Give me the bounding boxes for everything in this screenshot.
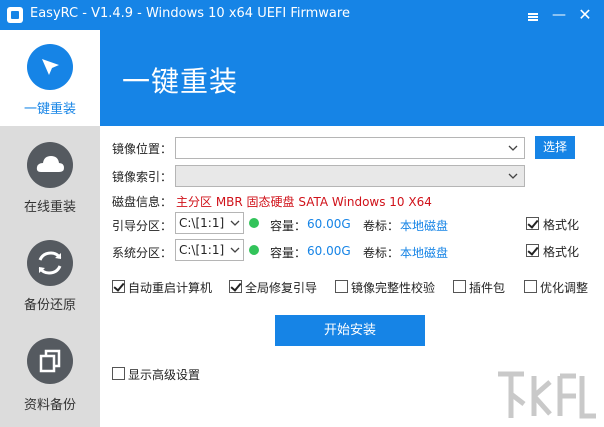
system-partition-value: C:\[1:1] (179, 243, 225, 257)
close-icon[interactable]: ✕ (572, 0, 598, 30)
sidebar-item-one-click-reinstall[interactable]: 一键重装 (0, 30, 100, 126)
banner: 一键重装 (100, 30, 604, 126)
sidebar-item-label: 在线重装 (23, 200, 76, 215)
boot-partition-value: C:\[1:1] (179, 216, 225, 230)
boot-capacity-value: 60.00G (307, 217, 351, 231)
plugin-pack-label: 插件包 (469, 281, 506, 295)
chevron-down-icon (508, 145, 518, 151)
system-volume-value: 本地磁盘 (400, 246, 449, 260)
boot-volume-value: 本地磁盘 (400, 219, 449, 233)
watermark-logo (498, 371, 596, 419)
start-install-button[interactable]: 开始安装 (275, 315, 425, 346)
image-index-label: 镜像索引： (112, 170, 173, 184)
sidebar-item-label: 一键重装 (23, 102, 76, 117)
image-integrity-checkbox[interactable] (335, 280, 348, 293)
system-volume-label: 卷标： (363, 246, 400, 260)
cloud-icon (27, 142, 73, 188)
optimize-checkbox[interactable] (524, 280, 537, 293)
sidebar: 一键重装 在线重装 备份还原 资料备份 (0, 30, 100, 427)
status-dot-icon (249, 245, 259, 255)
boot-partition-select[interactable]: C:\[1:1] (175, 212, 244, 234)
disk-info-label: 磁盘信息： (112, 195, 173, 209)
boot-capacity-label: 容量： (270, 219, 307, 233)
choose-button[interactable]: 选择 (535, 136, 575, 159)
sidebar-item-label: 资料备份 (23, 398, 76, 413)
sidebar-item-label: 备份还原 (23, 298, 76, 313)
auto-restart-checkbox[interactable] (112, 280, 125, 293)
boot-format-checkbox[interactable] (526, 217, 539, 230)
global-repair-boot-label: 全局修复引导 (245, 281, 318, 295)
sidebar-item-online-reinstall[interactable]: 在线重装 (0, 128, 100, 226)
system-capacity-label: 容量： (270, 246, 307, 260)
minimize-icon[interactable]: — (546, 0, 572, 30)
sidebar-item-backup-restore[interactable]: 备份还原 (0, 226, 100, 324)
optimize-label: 优化调整 (540, 281, 589, 295)
menu-icon[interactable] (520, 0, 546, 30)
chevron-down-icon (508, 173, 518, 179)
chevron-down-icon (230, 247, 240, 253)
image-location-combobox[interactable] (175, 137, 525, 159)
image-index-combobox[interactable] (175, 165, 525, 187)
status-dot-icon (249, 218, 259, 228)
system-capacity-value: 60.00G (307, 244, 351, 258)
cursor-arrow-icon (27, 44, 73, 90)
window-title: EasyRC - V1.4.9 - Windows 10 x64 UEFI Fi… (30, 6, 350, 21)
global-repair-boot-checkbox[interactable] (229, 280, 242, 293)
system-partition-label: 系统分区： (112, 246, 173, 260)
boot-format-label: 格式化 (543, 218, 580, 232)
chevron-down-icon (230, 220, 240, 226)
show-advanced-checkbox[interactable] (112, 367, 125, 380)
system-format-label: 格式化 (543, 245, 580, 259)
title-bar: EasyRC - V1.4.9 - Windows 10 x64 UEFI Fi… (0, 0, 604, 30)
show-advanced-label: 显示高级设置 (128, 368, 201, 382)
disk-info-value: 主分区 MBR 固态硬盘 SATA Windows 10 X64 (176, 195, 432, 209)
boot-partition-label: 引导分区： (112, 219, 173, 233)
image-integrity-label: 镜像完整性校验 (351, 281, 436, 295)
copy-files-icon (27, 338, 73, 384)
auto-restart-label: 自动重启计算机 (128, 281, 213, 295)
boot-volume-label: 卷标： (363, 219, 400, 233)
banner-title: 一键重装 (122, 65, 239, 98)
sidebar-item-data-backup[interactable]: 资料备份 (0, 324, 100, 422)
app-icon (7, 7, 23, 23)
refresh-arrows-icon (27, 240, 73, 286)
system-format-checkbox[interactable] (526, 244, 539, 257)
system-partition-select[interactable]: C:\[1:1] (175, 239, 244, 261)
plugin-pack-checkbox[interactable] (453, 280, 466, 293)
image-location-label: 镜像位置： (112, 142, 173, 156)
